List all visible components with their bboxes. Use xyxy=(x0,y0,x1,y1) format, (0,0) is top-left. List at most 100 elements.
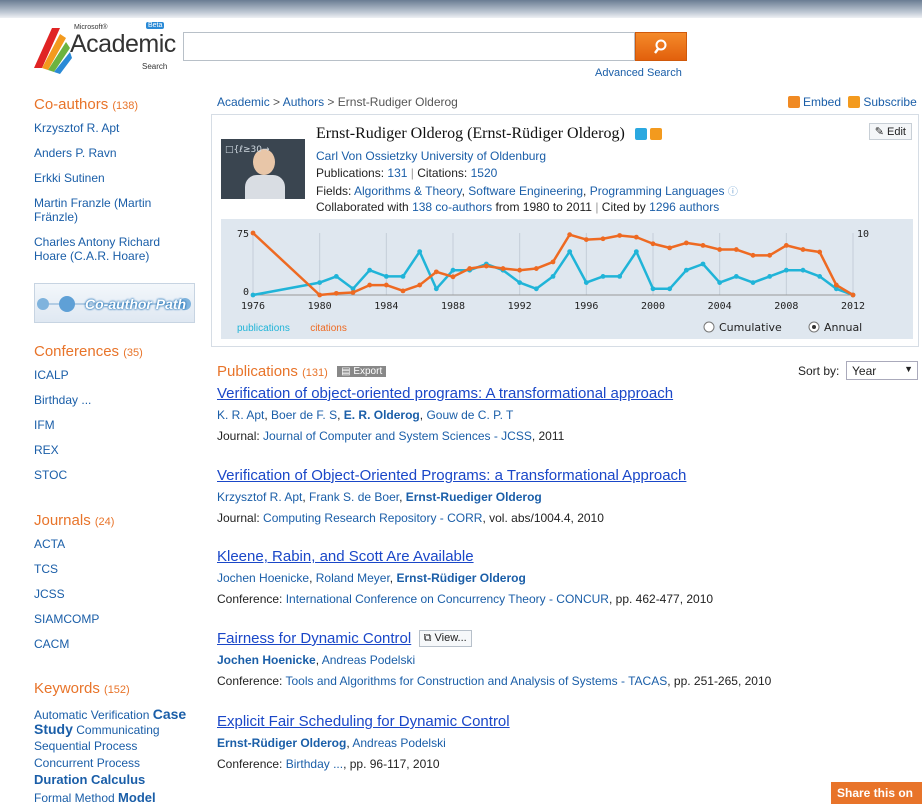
author-link[interactable]: Frank S. de Boer xyxy=(309,490,399,504)
affiliation-link[interactable]: Carl Von Ossietzky University of Oldenbu… xyxy=(316,149,546,163)
coauthor-link[interactable]: Anders P. Ravn xyxy=(34,146,199,160)
venue-link[interactable]: Journal of Computer and System Sciences … xyxy=(263,429,532,443)
keyword-link[interactable]: Formal Method xyxy=(34,791,115,805)
author-link[interactable]: Ernst-Rüdiger Olderog xyxy=(217,736,346,750)
journal-link[interactable]: JCSS xyxy=(34,587,199,601)
author-link[interactable]: Ernst-Rüdiger Olderog xyxy=(396,571,525,585)
field-link[interactable]: Software Engineering xyxy=(468,184,583,198)
publication-title[interactable]: Verification of Object-Oriented Programs… xyxy=(217,467,686,484)
embed-link[interactable]: Embed xyxy=(788,95,841,109)
x-tick-label: 1976 xyxy=(241,301,265,312)
homepage-icon[interactable] xyxy=(634,128,647,140)
keyword-link[interactable]: Sequential Process xyxy=(34,739,199,753)
keyword-link[interactable]: Duration Calculus xyxy=(34,773,199,787)
data-point-citations xyxy=(700,243,706,248)
publication-title[interactable]: Explicit Fair Scheduling for Dynamic Con… xyxy=(217,713,510,730)
author-link[interactable]: Roland Meyer xyxy=(316,571,390,585)
keyword-link[interactable]: Communicating xyxy=(76,723,159,737)
export-button[interactable]: ▤ Export xyxy=(337,366,387,377)
search-icon xyxy=(654,39,667,54)
publication-title[interactable]: Verification of object-oriented programs… xyxy=(217,385,673,402)
journal-link[interactable]: TCS xyxy=(34,562,199,576)
citations-count[interactable]: 1520 xyxy=(471,166,498,180)
series-line-publications xyxy=(252,250,854,297)
coauthors-link[interactable]: 138 co-authors xyxy=(412,200,492,214)
author-link[interactable]: Boer de F. S xyxy=(271,408,337,422)
journal-link[interactable]: CACM xyxy=(34,637,199,651)
data-point-citations xyxy=(383,282,389,288)
author-link[interactable]: Krzysztof R. Apt xyxy=(217,490,302,504)
cumulative-radio[interactable] xyxy=(703,321,715,333)
keyword-link[interactable]: Model xyxy=(118,790,156,805)
data-point-citations xyxy=(683,240,689,246)
journals-heading[interactable]: Journals (24) xyxy=(34,512,199,529)
keywords-heading[interactable]: Keywords (152) xyxy=(34,680,199,697)
author-link[interactable]: Gouw de C. P. T xyxy=(426,408,513,422)
coauthors-heading[interactable]: Co-authors (138) xyxy=(34,96,199,113)
coauthor-path-button[interactable]: Co-author Path xyxy=(34,283,195,323)
cited-by-link[interactable]: 1296 authors xyxy=(649,200,719,214)
search-button[interactable] xyxy=(635,32,687,61)
data-point-publications xyxy=(667,286,673,292)
conference-link[interactable]: ICALP xyxy=(34,368,199,382)
author-fields: Fields: Algorithms & Theory, Software En… xyxy=(316,184,738,198)
coauthor-link[interactable]: Erkki Sutinen xyxy=(34,171,199,185)
logo-search: Search xyxy=(142,62,168,71)
conference-link[interactable]: REX xyxy=(34,443,199,457)
data-point-citations xyxy=(533,266,539,271)
coauthor-link[interactable]: Krzysztof R. Apt xyxy=(34,121,199,135)
field-link[interactable]: Algorithms & Theory xyxy=(354,184,462,198)
publications-count[interactable]: 131 xyxy=(387,166,407,180)
subscribe-link[interactable]: Subscribe xyxy=(848,95,917,109)
publication-venue: Journal: Computing Research Repository -… xyxy=(217,511,604,525)
data-point-citations xyxy=(483,263,489,269)
coauthor-link[interactable]: Martin Franzle (Martin Fränzle) xyxy=(34,196,164,224)
search-input[interactable] xyxy=(183,32,635,61)
keyword-link[interactable]: Concurrent Process xyxy=(34,756,199,770)
x-tick-label: 2012 xyxy=(841,301,865,312)
author-link[interactable]: Andreas Podelski xyxy=(322,653,415,667)
journal-link[interactable]: ACTA xyxy=(34,537,199,551)
legend-citations: citations xyxy=(310,323,347,334)
publication-item: Fairness for Dynamic Control ⧉ View... J… xyxy=(217,630,917,688)
x-tick-label: 1988 xyxy=(441,301,465,312)
advanced-search-link[interactable]: Advanced Search xyxy=(595,67,682,79)
author-link[interactable]: Andreas Podelski xyxy=(352,736,445,750)
venue-link[interactable]: International Conference on Concurrency … xyxy=(286,592,609,606)
publication-citation-chart: 1976 1980 1984 1988 1992 1996 2000 2004 2008 2012… xyxy=(221,219,913,339)
conference-link[interactable]: Birthday ... xyxy=(34,393,199,407)
breadcrumb-authors[interactable]: Authors xyxy=(283,95,324,109)
data-point-citations xyxy=(417,282,423,288)
coauthor-link[interactable]: Charles Antony Richard Hoare (C.A.R. Hoa… xyxy=(34,235,174,263)
author-link[interactable]: Jochen Hoenicke xyxy=(217,653,316,667)
venue-link[interactable]: Birthday ... xyxy=(286,757,343,771)
author-link[interactable]: E. R. Olderog xyxy=(344,408,420,422)
edit-button[interactable]: ✎ Edit xyxy=(868,123,912,140)
data-point-citations xyxy=(583,237,589,243)
publication-title[interactable]: Kleene, Rabin, and Scott Are Available xyxy=(217,548,474,565)
conference-link[interactable]: STOC xyxy=(34,468,199,482)
breadcrumb-academic[interactable]: Academic xyxy=(217,95,270,109)
author-link[interactable]: Ernst-Ruediger Olderog xyxy=(406,490,542,504)
view-button[interactable]: ⧉ View... xyxy=(418,630,472,647)
data-point-publications xyxy=(700,261,706,267)
sidebar: Co-authors (138) Krzysztof R. Apt Anders… xyxy=(34,96,199,274)
data-point-citations xyxy=(500,266,506,271)
academic-search-logo[interactable]: Microsoft® Beta Academic Search xyxy=(30,20,176,76)
help-icon[interactable]: ⓘ xyxy=(728,187,738,198)
author-link[interactable]: Jochen Hoenicke xyxy=(217,571,309,585)
author-link[interactable]: K. R. Apt xyxy=(217,408,264,422)
data-point-citations xyxy=(400,288,406,294)
publication-title[interactable]: Fairness for Dynamic Control xyxy=(217,630,411,647)
venue-link[interactable]: Tools and Algorithms for Construction an… xyxy=(286,674,668,688)
keyword-link[interactable]: Study xyxy=(34,721,73,737)
conference-link[interactable]: IFM xyxy=(34,418,199,432)
blog-icon[interactable] xyxy=(649,128,662,140)
venue-link[interactable]: Computing Research Repository - CORR xyxy=(263,511,482,525)
sort-select[interactable]: Year ▼ xyxy=(846,361,918,380)
share-button[interactable]: Share this on xyxy=(831,782,922,804)
field-link[interactable]: Programming Languages xyxy=(590,184,725,198)
data-point-citations xyxy=(550,259,556,265)
journal-link[interactable]: SIAMCOMP xyxy=(34,612,199,626)
conferences-heading[interactable]: Conferences (35) xyxy=(34,343,199,360)
